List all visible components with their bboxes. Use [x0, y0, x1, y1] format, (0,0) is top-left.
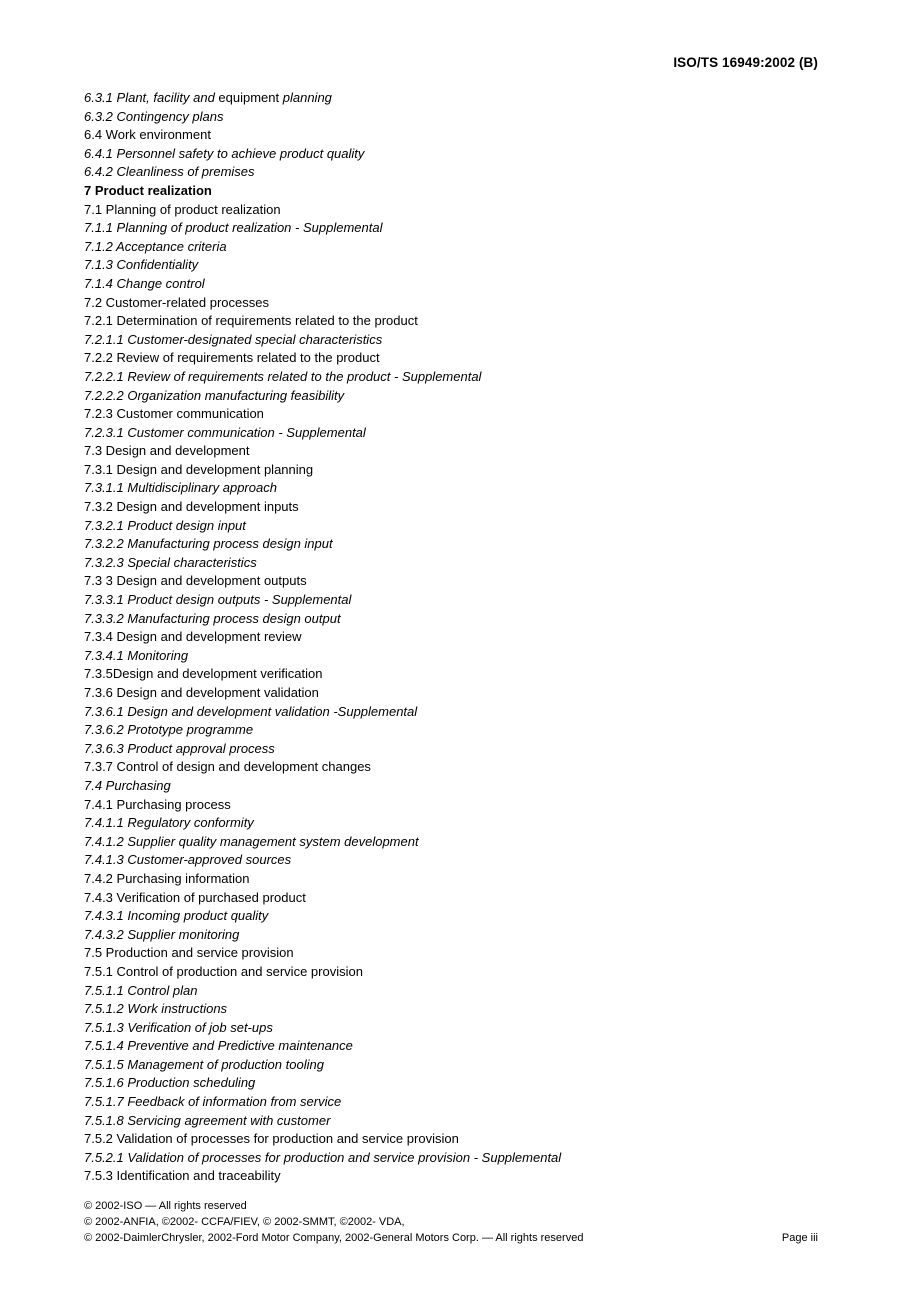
toc-entry: 7.4.1.1 Regulatory conformity [84, 815, 254, 831]
toc-entry: 7.3.4.1 Monitoring [84, 647, 189, 663]
toc-entry: 7.2 Customer-related processes [84, 294, 269, 310]
toc-entry: 7.1.2 Acceptance criteria [84, 238, 227, 254]
table-of-contents: 6.3.1 Plant, facility and equipment plan… [84, 89, 864, 1186]
page-number: Page iii [781, 1231, 818, 1244]
toc-entry-run: equipment [218, 90, 283, 105]
toc-entry: 7.4.1 Purchasing process [84, 796, 231, 812]
toc-entry: 7.3.2.2 Manufacturing process design inp… [84, 536, 333, 552]
toc-entry: 7.3.5Design and development verification [84, 666, 323, 682]
toc-entry: 7.3.2 Design and development inputs [84, 499, 299, 515]
toc-entry: 7.3 Design and development [84, 443, 250, 459]
toc-entry: 6.4.1 Personnel safety to achieve produc… [84, 145, 365, 161]
toc-entry: 7.5.1.5 Management of production tooling [84, 1056, 324, 1072]
toc-entry: 7.2.1.1 Customer-designated special char… [84, 331, 383, 347]
toc-entry: 7.5 Production and service provision [84, 945, 294, 961]
toc-entry: 7.2.2 Review of requirements related to … [84, 350, 380, 366]
toc-entry: 7.4.3.1 Incoming product quality [84, 908, 269, 924]
footer-line: © 2002-ISO — All rights reserved [84, 1200, 247, 1212]
toc-entry: 7.5.1.3 Verification of job set-ups [84, 1019, 273, 1035]
toc-entry: 7.1.4 Change control [84, 275, 205, 291]
toc-entry: 7.5.1.2 Work instructions [84, 1001, 228, 1017]
toc-entry: 7.2.1 Determination of requirements rela… [84, 313, 418, 329]
toc-entry: 7.3.6 Design and development validation [84, 685, 319, 700]
toc-entry: 7.3.2.1 Product design input [84, 517, 246, 533]
toc-entry: 7.5.1.4 Preventive and Predictive mainte… [84, 1038, 353, 1054]
toc-entry: 7.5.2 Validation of processes for produc… [84, 1131, 459, 1147]
toc-entry: 7.2.3.1 Customer communication - Supplem… [84, 424, 366, 440]
toc-entry: 7 Product realization [84, 182, 212, 198]
toc-entry: 7.3.4 Design and development review [84, 629, 302, 645]
footer-line: © 2002-ANFIA, ©2002- CCFA/FIEV, © 2002-S… [84, 1215, 405, 1228]
toc-entry: 7.3.6.2 Prototype programme [84, 722, 254, 738]
toc-entry: 7.4.1.3 Customer-approved sources [84, 852, 292, 868]
toc-entry: 7.5.1 Control of production and service … [84, 963, 363, 979]
toc-entry: 6.3.1 Plant, facility and equipment plan… [84, 89, 864, 108]
toc-entry: 7.3 3 Design and development outputs [84, 573, 307, 589]
toc-entry: 7.3.2.3 Special characteristics [84, 554, 257, 570]
toc-entry: 7.3.6.3 Product approval process [84, 740, 275, 756]
toc-entry: 7.2.2.1 Review of requirements related t… [84, 368, 482, 384]
toc-entry: 7.3.3.2 Manufacturing process design out… [84, 610, 341, 626]
running-header-title: ISO/TS 16949:2002 (B) [673, 55, 818, 70]
toc-entry: 7.3.6.1 Design and development validatio… [84, 703, 418, 719]
toc-entry: 7.4.3 Verification of purchased product [84, 889, 306, 905]
toc-entry: 7.3.7 Control of design and development … [84, 759, 371, 775]
toc-entry: 6.4 Work environment [84, 127, 211, 143]
toc-entry: 7.4.1.2 Supplier quality management syst… [84, 833, 419, 849]
toc-entry: 7.1 Planning of product realization [84, 201, 281, 217]
toc-entry: 6.4.2 Cleanliness of premises [84, 164, 255, 180]
toc-entry: 7.4 Purchasing [84, 777, 171, 793]
toc-entry: 6.3.2 Contingency plans [84, 108, 224, 124]
document-page: ISO/TS 16949:2002 (B) 6.3.1 Plant, facil… [0, 0, 920, 1301]
toc-entry: 7.3.3.1 Product design outputs - Supplem… [84, 592, 352, 608]
toc-entry: 7.5.1.6 Production scheduling [84, 1075, 256, 1091]
toc-entry: 7.2.3 Customer communication [84, 406, 264, 422]
toc-entry: 7.2.2.2 Organization manufacturing feasi… [84, 387, 345, 403]
page-footer: © 2002-ISO — All rights reserved © 2002-… [84, 1199, 818, 1246]
toc-entry: 7.5.3 Identification and traceability [84, 1168, 281, 1184]
toc-entry: 7.5.2.1 Validation of processes for prod… [84, 1149, 562, 1165]
toc-entry: 7.4.3.2 Supplier monitoring [84, 926, 240, 942]
toc-entry: 7.1.1 Planning of product realization - … [84, 220, 383, 236]
toc-entry: 7.5.1.8 Servicing agreement with custome… [84, 1112, 331, 1128]
toc-entry: 7.1.3 Confidentiality [84, 257, 199, 273]
toc-entry: 7.3.1.1 Multidisciplinary approach [84, 480, 277, 496]
footer-line: © 2002-DaimlerChrysler, 2002-Ford Motor … [84, 1231, 584, 1244]
toc-entry-run: planning [282, 90, 332, 105]
toc-entry: 7.5.1.1 Control plan [84, 982, 198, 998]
toc-entry: 7.5.1.7 Feedback of information from ser… [84, 1094, 342, 1110]
toc-entry: 7.4.2 Purchasing information [84, 870, 250, 886]
toc-entry-run: 6.3.1 Plant, facility and [84, 90, 219, 105]
toc-entry: 7.3.1 Design and development planning [84, 461, 314, 477]
